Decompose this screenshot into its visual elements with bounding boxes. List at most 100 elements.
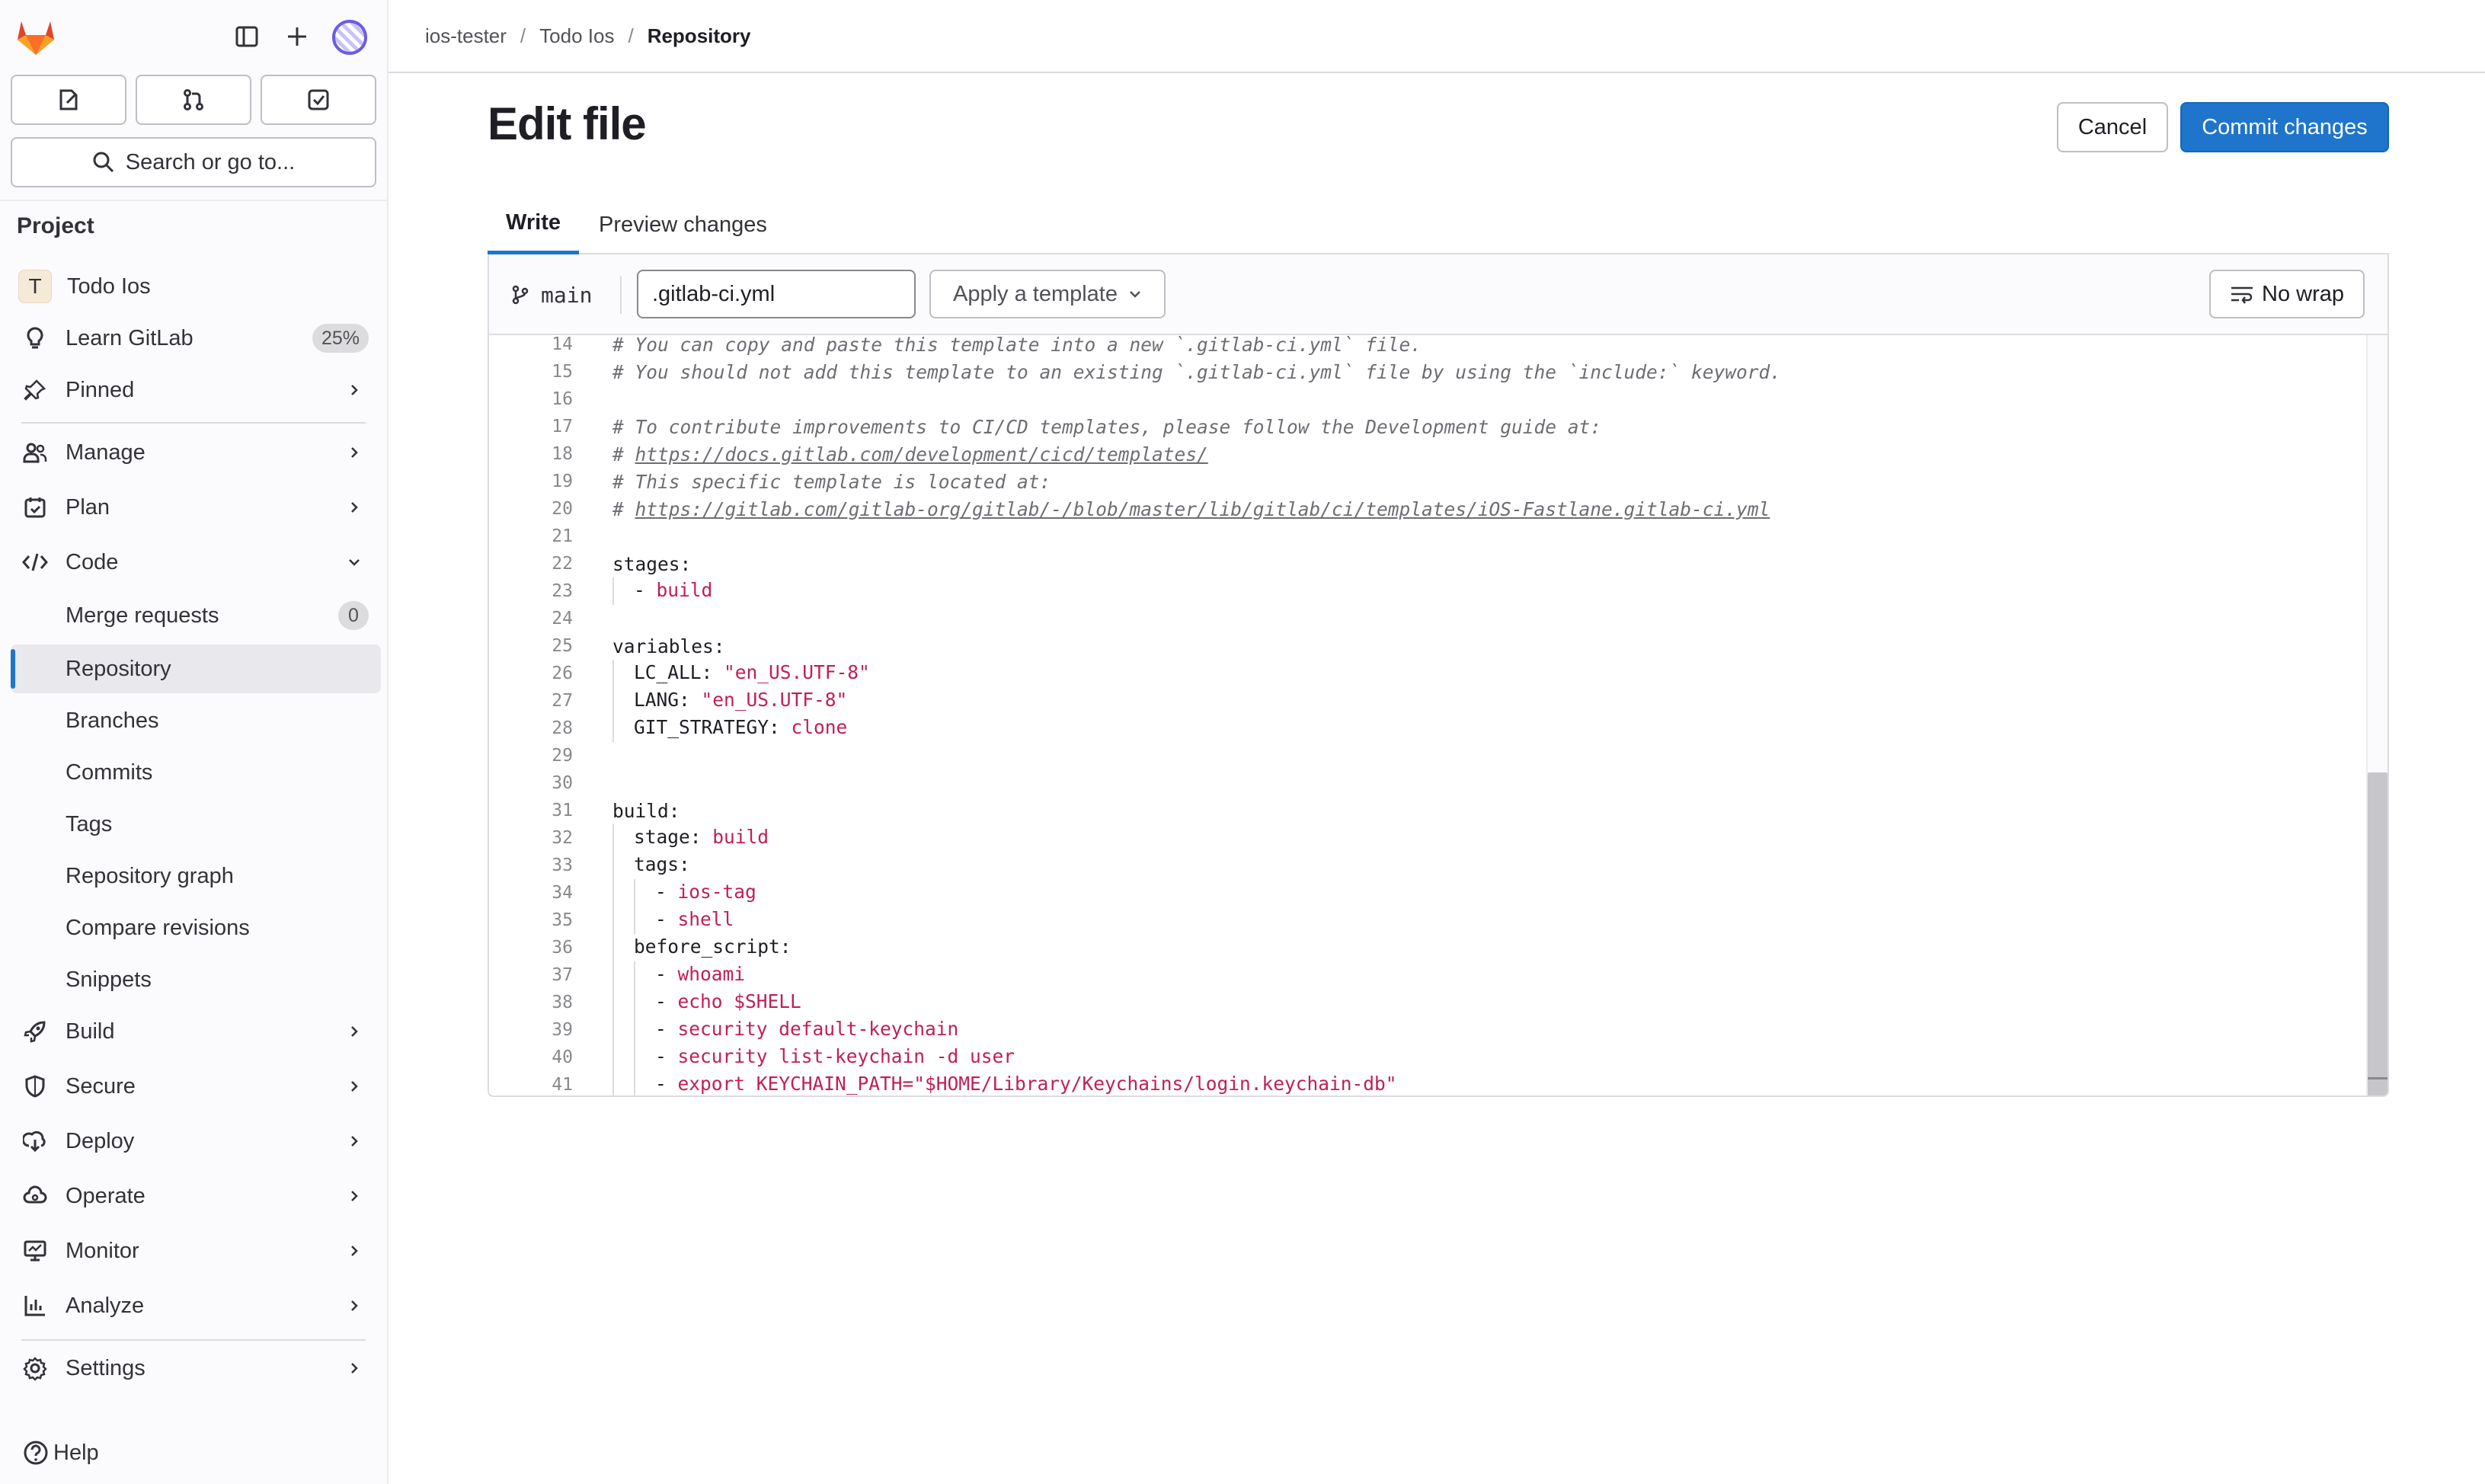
- sidebar-item-branches[interactable]: Branches: [11, 696, 381, 745]
- line-content: before_script:: [612, 934, 792, 961]
- sidebar-item-commits[interactable]: Commits: [11, 748, 381, 797]
- code-token: security list-keychain -d user: [677, 1045, 1015, 1067]
- toggle-sidebar-icon[interactable]: [230, 20, 264, 53]
- code-token: export KEYCHAIN_PATH="$HOME/Library/Keyc…: [677, 1073, 1397, 1095]
- file-name-input[interactable]: [637, 270, 916, 318]
- sidebar-item-label: Compare revisions: [66, 915, 250, 940]
- chevron-right-icon: [343, 1299, 366, 1313]
- code-token: LANG:: [634, 689, 702, 711]
- indent-guide: [634, 1071, 655, 1095]
- help-button[interactable]: Help: [23, 1440, 99, 1466]
- calendar-icon: [21, 494, 49, 521]
- merge-requests-count-badge: 0: [338, 601, 369, 630]
- sidebar-item-plan[interactable]: Plan: [11, 483, 381, 532]
- code-token: stage:: [634, 826, 713, 848]
- breadcrumb-item-namespace[interactable]: ios-tester: [425, 24, 507, 48]
- indent-guide: [612, 934, 634, 961]
- sidebar-item-operate[interactable]: Operate: [11, 1172, 381, 1220]
- line-content: - security list-keychain -d user: [612, 1044, 1015, 1071]
- merge-requests-button[interactable]: [136, 75, 251, 125]
- cancel-button[interactable]: Cancel: [2057, 102, 2168, 152]
- line-number: 38: [552, 993, 573, 1012]
- line-number: 35: [552, 910, 573, 930]
- sidebar-item-learn-gitlab[interactable]: Learn GitLab 25%: [11, 314, 381, 363]
- sidebar-item-deploy[interactable]: Deploy: [11, 1117, 381, 1166]
- line-content: LC_ALL: "en_US.UTF-8": [612, 660, 870, 687]
- line-number: 31: [552, 801, 573, 820]
- sidebar-item-snippets[interactable]: Snippets: [11, 955, 381, 1004]
- editor-toolbar: main Apply a template No wrap: [489, 254, 2387, 335]
- line-content: stages:: [612, 553, 691, 575]
- chevron-right-icon: [343, 1189, 366, 1203]
- sidebar-divider: [0, 200, 387, 201]
- sidebar-item-label: Repository: [66, 656, 171, 681]
- no-wrap-toggle-button[interactable]: No wrap: [2209, 270, 2365, 318]
- code-token: # This specific template is located at:: [612, 470, 1051, 493]
- code-link[interactable]: https://gitlab.com/gitlab-org/gitlab/-/b…: [635, 498, 1770, 520]
- sidebar-item-label: Build: [66, 1019, 115, 1044]
- indent-guide: [612, 879, 634, 907]
- tab-write[interactable]: Write: [488, 195, 579, 254]
- code-token: build: [656, 579, 713, 601]
- code-line: 32 stage: build: [489, 824, 769, 852]
- sidebar-item-manage[interactable]: Manage: [11, 428, 381, 477]
- sidebar-item-secure[interactable]: Secure: [11, 1062, 381, 1111]
- branch-indicator: main: [512, 277, 592, 312]
- indent-guide: [612, 824, 634, 852]
- gitlab-logo-icon[interactable]: [15, 17, 56, 56]
- line-content: # https://gitlab.com/gitlab-org/gitlab/-…: [612, 498, 1770, 520]
- sidebar-item-settings[interactable]: Settings: [11, 1344, 381, 1393]
- breadcrumb-item-project[interactable]: Todo Ios: [539, 24, 614, 48]
- issues-button[interactable]: [11, 75, 126, 125]
- editor-tabs: Write Preview changes: [488, 195, 2389, 254]
- code-token: "en_US.UTF-8": [724, 661, 870, 683]
- code-line: 27 LANG: "en_US.UTF-8": [489, 687, 847, 715]
- commit-changes-button[interactable]: Commit changes: [2180, 102, 2389, 152]
- sidebar-item-merge-requests[interactable]: Merge requests 0: [11, 591, 381, 640]
- plus-icon[interactable]: [280, 20, 314, 53]
- sidebar-item-project[interactable]: T Todo Ios: [11, 262, 381, 311]
- sidebar-item-compare-revisions[interactable]: Compare revisions: [11, 904, 381, 952]
- code-line: 14 # You can copy and paste this template…: [489, 335, 1422, 358]
- chevron-right-icon: [343, 1134, 366, 1148]
- chevron-right-icon: [343, 383, 366, 397]
- sidebar-item-tags[interactable]: Tags: [11, 800, 381, 849]
- code-token: ios-tag: [677, 881, 756, 903]
- indent-guide: [612, 577, 634, 605]
- line-content: - echo $SHELL: [612, 989, 801, 1016]
- apply-template-label: Apply a template: [952, 281, 1118, 306]
- breadcrumb-item-current[interactable]: Repository: [648, 24, 751, 48]
- chevron-down-icon: [1130, 291, 1140, 298]
- indent-guide: [634, 989, 655, 1016]
- editor-scrollbar-thumb[interactable]: [2368, 772, 2387, 1095]
- line-number: 39: [552, 1020, 573, 1040]
- todo-check-icon: [308, 89, 329, 110]
- sidebar-item-monitor[interactable]: Monitor: [11, 1227, 381, 1275]
- user-avatar[interactable]: [332, 20, 367, 55]
- line-content: # To contribute improvements to CI/CD te…: [612, 416, 1601, 438]
- tab-preview-changes[interactable]: Preview changes: [580, 195, 785, 254]
- sidebar-item-repository-graph[interactable]: Repository graph: [11, 852, 381, 900]
- code-token: -: [634, 579, 657, 601]
- sidebar-item-pinned[interactable]: Pinned: [11, 366, 381, 414]
- code-editor[interactable]: 14 # You can copy and paste this template…: [489, 335, 2366, 1095]
- sidebar-item-repository[interactable]: Repository: [11, 644, 381, 693]
- sidebar-header: [0, 0, 387, 73]
- code-line: 23 - build: [489, 577, 712, 605]
- line-content: - build: [612, 577, 712, 605]
- indent-guide: [612, 1071, 634, 1095]
- issues-icon: [59, 89, 78, 110]
- breadcrumb-separator: /: [520, 24, 526, 47]
- sidebar-item-code[interactable]: Code: [11, 538, 381, 587]
- line-content: # This specific template is located at:: [612, 471, 1051, 493]
- todos-button[interactable]: [261, 75, 376, 125]
- sidebar-item-analyze[interactable]: Analyze: [11, 1281, 381, 1330]
- sidebar-item-label: Learn GitLab: [66, 325, 193, 350]
- code-link[interactable]: https://docs.gitlab.com/development/cicd…: [635, 443, 1208, 465]
- search-button[interactable]: Search or go to...: [11, 137, 376, 187]
- apply-template-dropdown[interactable]: Apply a template: [929, 270, 1166, 318]
- sidebar-separator: [21, 1339, 366, 1341]
- line-content: # You can copy and paste this template i…: [612, 335, 1422, 356]
- indent-guide: [634, 907, 655, 934]
- sidebar-item-build[interactable]: Build: [11, 1007, 381, 1056]
